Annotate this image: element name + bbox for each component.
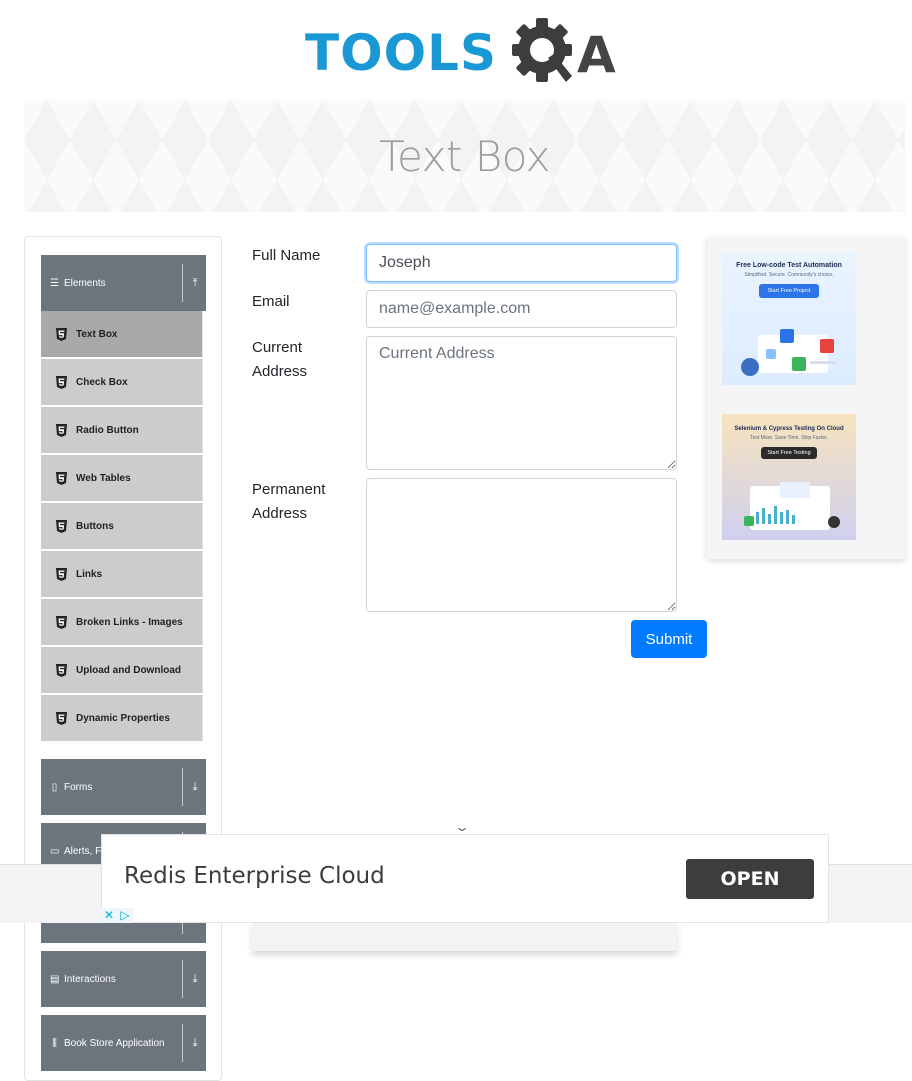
ad-text: Redis Enterprise Cloud	[124, 863, 385, 889]
group-header-elements[interactable]: ☰ Elements ⤒	[41, 255, 206, 311]
list-icon: ▤	[50, 973, 60, 985]
menu-item-label: Text Box	[76, 328, 118, 340]
label-line: Permanent	[252, 481, 326, 498]
logo-text: TOOLS	[305, 24, 497, 82]
expand-arrow-icon: ⤓	[192, 1036, 198, 1049]
email-label: Email	[252, 293, 290, 310]
close-icon[interactable]: ✕	[101, 908, 117, 923]
bottom-ad-bar[interactable]: Redis Enterprise Cloud OPEN	[101, 834, 829, 923]
group-header-interactions[interactable]: ▤ Interactions ⤓	[41, 951, 206, 1007]
hamburger-icon: ☰	[50, 277, 59, 289]
ad-dashboard-icon	[744, 482, 840, 530]
label-line: Address	[252, 363, 308, 380]
divider	[182, 1024, 183, 1062]
html5-icon	[56, 567, 67, 581]
menu-item-links[interactable]: Links	[41, 551, 203, 597]
menu-item-label: Dynamic Properties	[76, 712, 170, 724]
ad-button[interactable]: Start Free Project	[759, 284, 819, 298]
divider	[182, 264, 183, 302]
menu-item-label: Web Tables	[76, 472, 131, 484]
permanent-address-label: Permanent Address	[252, 478, 325, 526]
ad-card-low-code[interactable]: Free Low-code Test Automation Simplified…	[722, 252, 856, 385]
window-icon: ▭	[50, 845, 60, 857]
permanent-address-textarea[interactable]	[366, 478, 677, 612]
label-line: Address	[252, 505, 308, 522]
sidebar: ☰ Elements ⤒ Text Box Check Box Radio Bu…	[24, 236, 222, 1081]
expand-arrow-icon: ⤓	[192, 780, 198, 793]
menu-item-check-box[interactable]: Check Box	[41, 359, 203, 405]
menu-item-label: Radio Button	[76, 424, 139, 436]
label-line: Current	[252, 339, 303, 356]
current-address-textarea[interactable]	[366, 336, 677, 470]
books-icon: ⫼	[52, 1037, 57, 1049]
html5-icon	[56, 711, 67, 725]
ad-title: Free Low-code Test Automation	[736, 262, 842, 269]
menu-item-label: Links	[76, 568, 103, 580]
html5-icon	[56, 327, 67, 341]
open-button[interactable]: OPEN	[686, 859, 814, 899]
group-label: Elements	[64, 277, 106, 289]
html5-icon	[56, 663, 67, 677]
ad-button[interactable]: Start Free Testing	[761, 447, 817, 459]
email-input[interactable]	[366, 290, 677, 328]
right-ad-panel: Free Low-code Test Automation Simplified…	[707, 237, 905, 559]
chevron-down-icon[interactable]: ⌄	[454, 820, 470, 834]
page-title: Text Box	[378, 131, 551, 181]
group-header-forms[interactable]: ▯ Forms ⤓	[41, 759, 206, 815]
group-label: Interactions	[64, 973, 116, 985]
menu-item-buttons[interactable]: Buttons	[41, 503, 203, 549]
menu-item-upload-download[interactable]: Upload and Download	[41, 647, 203, 693]
toolsqa-logo[interactable]: TOOLS A	[305, 16, 630, 90]
html5-icon	[56, 519, 67, 533]
menu-item-web-tables[interactable]: Web Tables	[41, 455, 203, 501]
submit-button[interactable]: Submit	[631, 620, 707, 658]
menu-item-broken-links[interactable]: Broken Links - Images	[41, 599, 203, 645]
html5-icon	[56, 615, 67, 629]
ad-choices-icon[interactable]: ▷	[117, 908, 133, 923]
ad-subtitle: Simplified. Secure. Community's choice.	[744, 272, 834, 278]
menu-item-label: Buttons	[76, 520, 114, 532]
document-icon: ▯	[51, 781, 58, 793]
ad-illustration-icon	[741, 329, 836, 376]
menu-item-dynamic-properties[interactable]: Dynamic Properties	[41, 695, 203, 741]
html5-icon	[56, 423, 67, 437]
full-name-label: Full Name	[252, 247, 321, 264]
page-banner: Text Box	[24, 100, 905, 212]
html5-icon	[56, 375, 67, 389]
logo-a-text: A	[577, 26, 616, 84]
gear-q-icon	[512, 18, 572, 82]
menu-item-label: Broken Links - Images	[76, 616, 183, 628]
full-name-input[interactable]	[366, 244, 677, 282]
menu-item-label: Upload and Download	[76, 664, 181, 676]
divider	[182, 960, 183, 998]
group-label: Book Store Application	[64, 1037, 165, 1049]
ad-title: Selenium & Cypress Testing On Cloud	[734, 426, 844, 432]
html5-icon	[56, 471, 67, 485]
expand-arrow-icon: ⤓	[192, 972, 198, 985]
divider	[182, 768, 183, 806]
ad-card-selenium-cypress[interactable]: Selenium & Cypress Testing On Cloud Test…	[722, 414, 856, 540]
group-label: Forms	[64, 781, 93, 793]
current-address-label: Current Address	[252, 336, 307, 384]
menu-item-label: Check Box	[76, 376, 128, 388]
ad-choices[interactable]: ✕ ▷	[101, 908, 133, 924]
collapse-arrow-icon: ⤒	[192, 276, 198, 289]
footer-ad-placeholder	[252, 923, 677, 951]
menu-item-radio-button[interactable]: Radio Button	[41, 407, 203, 453]
menu-list: Text Box Check Box Radio Button Web Tabl…	[41, 311, 203, 743]
page: TOOLS A Text Box ☰ Elements ⤒ Text Box C…	[0, 0, 912, 1081]
group-header-book-store[interactable]: ⫼ Book Store Application ⤓	[41, 1015, 206, 1071]
ad-subtitle: Test More. Save Time. Ship Faster.	[750, 435, 828, 441]
menu-item-text-box[interactable]: Text Box	[41, 311, 203, 357]
